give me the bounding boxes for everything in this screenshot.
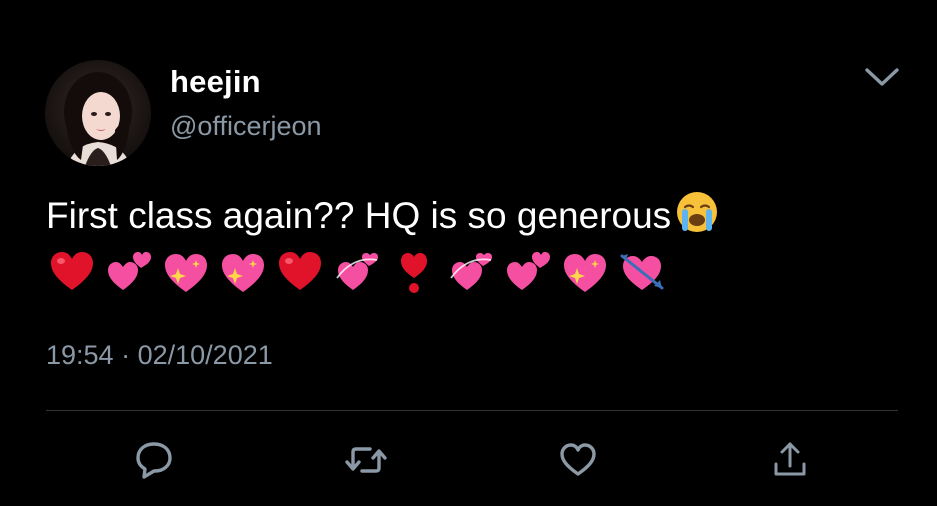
action-divider	[46, 410, 898, 411]
share-button[interactable]	[768, 438, 812, 482]
user-handle[interactable]: @officerjeon	[170, 111, 322, 142]
tweet-text-line: First class again?? HQ is so generous	[46, 195, 672, 236]
revolving-hearts-icon	[336, 253, 378, 290]
timestamp-separator: ·	[121, 340, 131, 370]
two-hearts-icon	[507, 252, 550, 290]
heart-icon	[560, 443, 596, 476]
share-icon	[774, 442, 806, 476]
tweet-text: First class again?? HQ is so generous	[46, 190, 906, 240]
heart-with-arrow-icon	[620, 254, 664, 290]
retweet-button[interactable]	[344, 438, 388, 482]
tweet-date: 02/10/2021	[137, 340, 273, 370]
sparkling-heart-icon	[222, 254, 264, 292]
tweet-time: 19:54	[46, 340, 114, 370]
emoji-row	[48, 246, 666, 298]
sparkling-heart-icon	[564, 254, 606, 292]
heart-exclamation-icon	[401, 253, 427, 293]
loudly-crying-face-icon	[675, 190, 719, 234]
sparkling-heart-icon	[165, 254, 207, 292]
reply-icon	[136, 442, 172, 479]
red-heart-icon	[279, 252, 321, 290]
revolving-hearts-icon	[450, 253, 492, 290]
red-heart-icon	[51, 252, 93, 290]
timestamp[interactable]: 19:54 · 02/10/2021	[46, 340, 273, 371]
two-hearts-icon	[108, 252, 151, 290]
like-button[interactable]	[556, 438, 600, 482]
display-name[interactable]: heejin	[170, 64, 261, 100]
retweet-icon	[345, 447, 387, 473]
reply-button[interactable]	[132, 438, 176, 482]
tweet-detail: heejin @officerjeon First class again?? …	[0, 0, 937, 506]
chevron-down-icon[interactable]	[862, 62, 902, 92]
avatar[interactable]	[45, 60, 151, 166]
